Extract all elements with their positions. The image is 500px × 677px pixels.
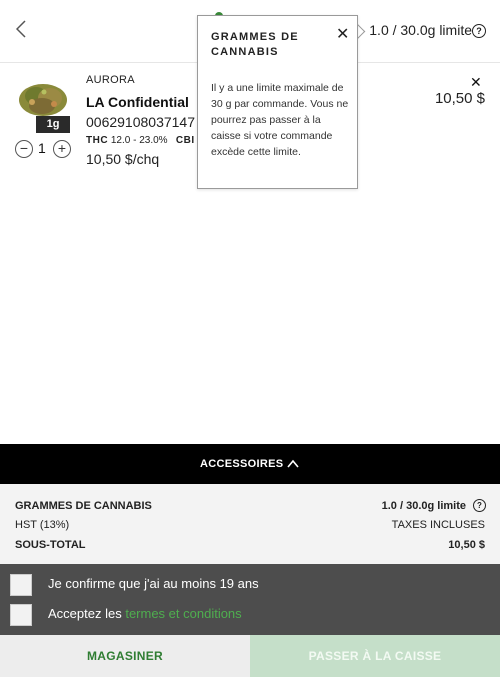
unit-price: 10,50 $/chq bbox=[86, 151, 160, 167]
chevron-left-icon bbox=[16, 20, 26, 38]
potency-row: THC 12.0 - 23.0% CBI bbox=[86, 135, 195, 146]
cannabis-limit-text: 1.0 / 30.0g limite bbox=[369, 22, 472, 38]
age-confirm-checkbox[interactable] bbox=[10, 574, 32, 596]
product-brand: AURORA bbox=[86, 74, 135, 86]
product-sku: 00629108037147 bbox=[86, 114, 196, 130]
chevron-up-icon bbox=[287, 459, 299, 468]
terms-checkbox[interactable] bbox=[10, 604, 32, 626]
summary-cannabis-value: 1.0 / 30.0g limite bbox=[381, 500, 466, 512]
tooltip-title: GRAMMES DE CANNABIS bbox=[211, 31, 299, 58]
terms-prefix: Acceptez les bbox=[48, 606, 126, 621]
limit-tooltip: GRAMMES DE CANNABIS ✕ Il y a une limite … bbox=[197, 15, 358, 189]
tooltip-close-button[interactable]: ✕ bbox=[336, 24, 349, 44]
line-price: 10,50 $ bbox=[434, 90, 485, 107]
age-confirm-label: Je confirme que j'ai au moins 19 ans bbox=[48, 576, 259, 591]
product-image bbox=[19, 84, 67, 116]
quantity-decrease-button[interactable]: − bbox=[15, 140, 33, 158]
thc-label: THC bbox=[86, 135, 109, 146]
back-button[interactable] bbox=[10, 16, 32, 42]
summary-subtotal-label: SOUS-TOTAL bbox=[15, 539, 86, 551]
terms-link[interactable]: termes et conditions bbox=[125, 606, 241, 621]
summary-cannabis-label: GRAMMES DE CANNABIS bbox=[15, 500, 152, 512]
checkout-button[interactable]: PASSER À LA CAISSE bbox=[250, 635, 500, 677]
quantity-increase-button[interactable]: + bbox=[53, 140, 71, 158]
cbd-label: CBI bbox=[175, 135, 195, 146]
order-summary: GRAMMES DE CANNABIS 1.0 / 30.0g limite ?… bbox=[0, 484, 500, 564]
product-name[interactable]: LA Confidential bbox=[86, 94, 189, 110]
summary-subtotal-value: 10,50 $ bbox=[448, 539, 485, 551]
help-icon[interactable]: ? bbox=[473, 499, 486, 512]
terms-label: Acceptez les termes et conditions bbox=[48, 606, 242, 621]
remove-item-button[interactable]: ✕ bbox=[470, 74, 482, 91]
shop-button[interactable]: MAGASINER bbox=[0, 635, 250, 677]
summary-tax-label: HST (13%) bbox=[15, 519, 70, 531]
confirmation-section: Je confirme que j'ai au moins 19 ans Acc… bbox=[0, 564, 500, 635]
help-icon[interactable]: ? bbox=[472, 24, 486, 38]
tooltip-body: Il y a une limite maximale de 30 g par c… bbox=[211, 82, 349, 158]
thc-range: 12.0 - 23.0% bbox=[110, 135, 168, 146]
accessories-label: ACCESSOIRES bbox=[200, 458, 284, 470]
quantity-value: 1 bbox=[38, 140, 46, 156]
size-badge: 1g bbox=[36, 116, 70, 133]
accessories-toggle[interactable]: ACCESSOIRES bbox=[0, 444, 500, 484]
summary-tax-value: TAXES INCLUSES bbox=[391, 519, 485, 531]
